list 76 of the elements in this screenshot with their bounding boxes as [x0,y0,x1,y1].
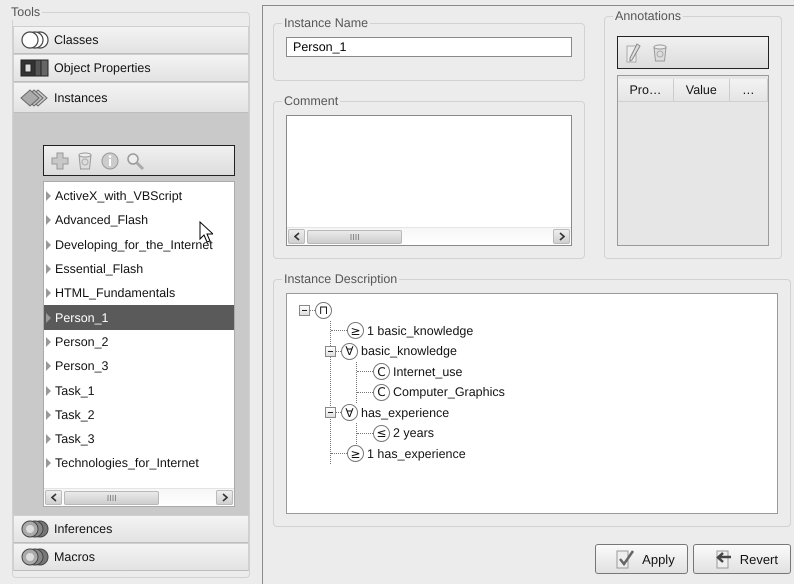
caret-icon [46,336,51,347]
caret-icon [46,386,51,396]
column-header[interactable]: Pro… [618,79,674,101]
stacked-circles-icon [20,519,50,539]
group-title: Instance Description [282,272,400,287]
list-item[interactable]: HTML_Fundamentals [44,281,234,306]
caret-icon [46,215,51,226]
scroll-right-button[interactable] [553,229,570,244]
tree-node-label[interactable]: has_experience [361,406,450,420]
tree-node-label[interactable]: 1 basic_knowledge [367,324,474,338]
tree-node-label[interactable]: Internet_use [393,364,462,379]
caret-icon [46,312,51,323]
operator-symbol: ∀ [341,404,358,422]
operator-symbol: C [373,384,390,401]
operator-symbol: ∀ [341,342,358,360]
operator-symbol: ⊓ [315,302,332,319]
operator-symbol: ≥ [347,322,364,340]
scroll-right-button[interactable] [216,490,233,505]
list-item[interactable]: Task_3 [44,426,234,452]
stacked-diamonds-icon [20,88,50,108]
list-item[interactable]: Person_2 [44,330,234,354]
caret-icon [46,288,51,298]
grip-icon [350,234,360,240]
caret-icon [46,361,51,372]
list-item[interactable]: Developing_for_the_Internet [44,232,234,257]
tree-node-label[interactable]: 1 has_experience [367,446,466,461]
horizontal-scrollbar[interactable] [44,488,234,506]
list-item[interactable]: Essential_Flash [44,256,234,282]
info-icon [100,150,120,170]
caret-icon [46,191,51,202]
action-button[interactable]: Revert [692,544,791,574]
tree-node-label[interactable]: basic_knowledge [361,344,457,358]
accordion-header[interactable]: Instances [13,82,249,113]
scroll-left-button[interactable] [45,490,62,505]
list-item[interactable]: Task_1 [44,378,234,403]
stacked-circles-icon [20,547,50,567]
caret-icon [46,434,51,444]
pencil-icon [624,42,642,64]
stacked-circles-icon [20,30,50,50]
scrollbar-thumb[interactable] [307,230,402,244]
caret-icon [46,240,51,250]
scroll-left-button[interactable] [288,229,305,244]
list-item[interactable]: Advanced_Flash [44,208,234,233]
operator-symbol: ≤ [373,424,390,442]
grip-icon [106,494,116,500]
column-header[interactable]: … [730,79,768,101]
instance-name-field[interactable]: Person_1 [286,37,572,57]
collapse-toggle[interactable] [325,407,336,418]
group-title: Tools [9,5,42,20]
list-item[interactable]: Person_3 [44,354,234,378]
search-icon [125,150,145,170]
list-item[interactable]: Technologies_for_Internet [44,451,234,476]
operator-symbol: C [373,363,390,380]
stacked-squares-icon [20,58,50,78]
plus-icon [50,150,70,170]
caret-icon [46,264,51,274]
list-item[interactable]: Task_2 [44,402,234,427]
list-item[interactable]: ActiveX_with_VBScript [44,184,234,208]
check-icon [614,548,636,570]
comment-field[interactable] [286,115,572,246]
collapse-toggle[interactable] [325,346,336,357]
accordion-header[interactable]: Object Properties [13,54,249,82]
accordion-header[interactable]: Classes [13,26,249,54]
operator-symbol: ≥ [347,445,364,462]
column-header[interactable]: Value [674,79,730,101]
tree-node-label[interactable]: 2 years [393,426,434,440]
caret-icon [46,458,51,468]
collapse-toggle[interactable] [299,304,310,316]
accordion-header[interactable]: Macros [13,543,249,571]
horizontal-scrollbar[interactable] [287,227,571,245]
accordion-header[interactable]: Inferences [13,515,249,543]
action-button[interactable]: Apply [595,544,688,574]
list-item[interactable]: Person_1 [44,305,234,330]
tree-node-label[interactable]: Computer_Graphics [393,385,505,400]
caret-icon [46,410,51,420]
scrollbar-thumb[interactable] [64,490,159,504]
